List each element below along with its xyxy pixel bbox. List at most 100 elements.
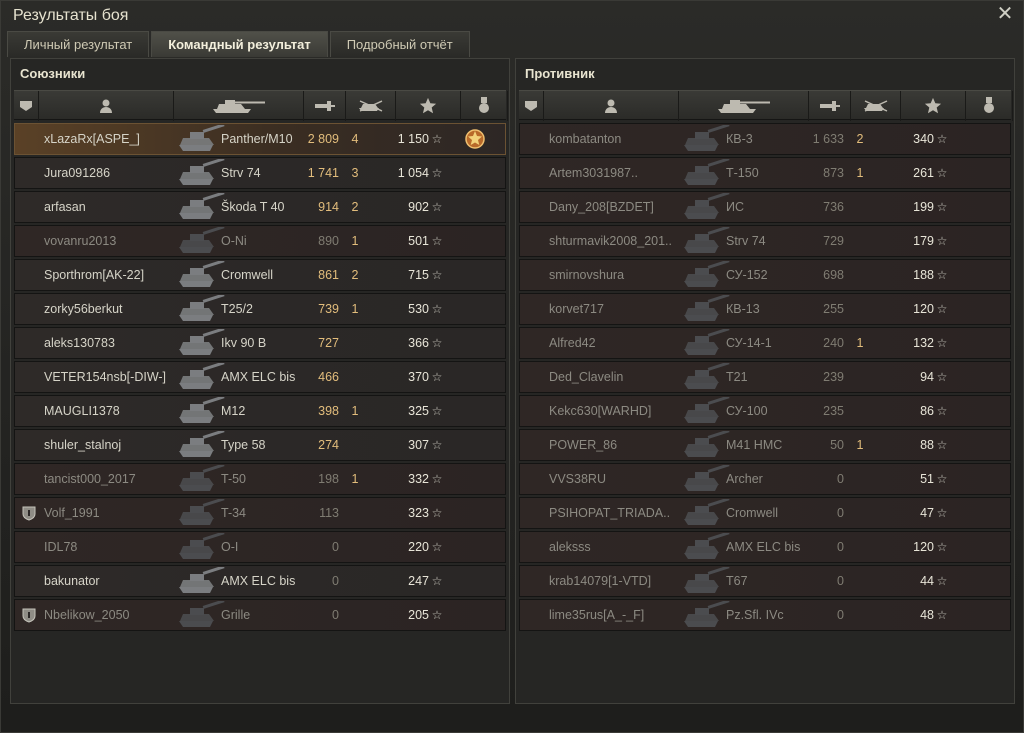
table-row[interactable]: xLazaRx[ASPE_] Panther/M10 2 809 4 1 150 ☆ — [14, 123, 506, 155]
table-row[interactable]: kombatanton КВ-3 1 633 2 340 ☆ — [519, 123, 1011, 155]
table-row[interactable]: smirnovshura СУ-152 698 188 ☆ — [519, 259, 1011, 291]
tab-team-result[interactable]: Командный результат — [151, 31, 328, 57]
player-name[interactable]: bakunator — [44, 566, 184, 596]
table-row[interactable]: Nbelikow_2050 Grille 0 205 ☆ — [14, 599, 506, 631]
player-name[interactable]: tancist000_2017 — [44, 464, 184, 494]
player-name[interactable]: shuler_stalnoj — [44, 430, 184, 460]
tank-icon — [680, 327, 732, 357]
player-name[interactable]: Volf_1991 — [44, 498, 184, 528]
xp-value: 86 — [920, 404, 934, 418]
table-row[interactable]: Artem3031987.. Т-150 873 1 261 ☆ — [519, 157, 1011, 189]
player-name[interactable]: lime35rus[A_-_F] — [549, 600, 689, 630]
xp-value: 902 — [408, 200, 429, 214]
xp-value: 366 — [408, 336, 429, 350]
table-row[interactable]: aleksss AMX ELC bis 0 120 ☆ — [519, 531, 1011, 563]
player-name[interactable]: arfasan — [44, 192, 184, 222]
table-row[interactable]: korvet717 КВ-13 255 120 ☆ — [519, 293, 1011, 325]
kills-icon[interactable] — [851, 91, 901, 121]
player-name[interactable]: aleksss — [549, 532, 689, 562]
kills-value — [848, 600, 872, 630]
player-name[interactable]: shturmavik2008_201.. — [549, 226, 689, 256]
table-row[interactable]: vovanru2013 O-Ni 890 1 501 ☆ — [14, 225, 506, 257]
damage-value: 0 — [837, 574, 844, 588]
player-name[interactable]: IDL78 — [44, 532, 184, 562]
player-name[interactable]: zorky56berkut — [44, 294, 184, 324]
player-icon[interactable] — [544, 91, 679, 121]
player-name[interactable]: Artem3031987.. — [549, 158, 689, 188]
table-row[interactable]: Jura091286 Strv 74 1 741 3 1 054 ☆ — [14, 157, 506, 189]
player-name[interactable]: POWER_86 — [549, 430, 689, 460]
player-name[interactable]: smirnovshura — [549, 260, 689, 290]
medal-icon[interactable] — [966, 91, 1013, 121]
table-row[interactable]: Alfred42 СУ-14-1 240 1 132 ☆ — [519, 327, 1011, 359]
star-icon: ☆ — [431, 302, 443, 316]
close-icon[interactable]: ✕ — [995, 4, 1015, 24]
xp-star-icon[interactable] — [901, 91, 966, 121]
table-row[interactable]: POWER_86 M41 HMC 50 1 88 ☆ — [519, 429, 1011, 461]
star-icon: ☆ — [431, 234, 443, 248]
kills-value: 1 — [351, 302, 359, 316]
player-name[interactable]: aleks130783 — [44, 328, 184, 358]
table-row[interactable]: arfasan Škoda T 40 914 2 902 ☆ — [14, 191, 506, 223]
table-row[interactable]: MAUGLI1378 M12 398 1 325 ☆ — [14, 395, 506, 427]
kills-icon[interactable] — [346, 91, 396, 121]
medal-icon[interactable] — [464, 128, 486, 150]
table-row[interactable]: VVS38RU Archer 0 51 ☆ — [519, 463, 1011, 495]
player-name[interactable]: PSIHOPAT_TRIADA.. — [549, 498, 689, 528]
player-name[interactable]: Kekc630[WARHD] — [549, 396, 689, 426]
tab-personal-result[interactable]: Личный результат — [7, 31, 150, 57]
star-icon: ☆ — [936, 200, 948, 214]
table-row[interactable]: bakunator AMX ELC bis 0 247 ☆ — [14, 565, 506, 597]
player-name[interactable]: Dany_208[BZDET] — [549, 192, 689, 222]
table-row[interactable]: Dany_208[BZDET] ИС 736 199 ☆ — [519, 191, 1011, 223]
damage-icon[interactable] — [809, 91, 851, 121]
table-row[interactable]: IDL78 O-I 0 220 ☆ — [14, 531, 506, 563]
tank-name: Cromwell — [221, 268, 274, 282]
table-row[interactable]: tancist000_2017 T-50 198 1 332 ☆ — [14, 463, 506, 495]
squad-icon[interactable] — [519, 91, 544, 121]
table-row[interactable]: zorky56berkut T25/2 739 1 530 ☆ — [14, 293, 506, 325]
player-name[interactable]: xLazaRx[ASPE_] — [44, 124, 184, 154]
xp-star-icon[interactable] — [396, 91, 461, 121]
table-row[interactable]: Ded_Clavelin T21 239 94 ☆ — [519, 361, 1011, 393]
star-icon: ☆ — [431, 132, 443, 146]
player-icon[interactable] — [39, 91, 174, 121]
player-name[interactable]: VVS38RU — [549, 464, 689, 494]
player-name[interactable]: Sporthrom[AK-22] — [44, 260, 184, 290]
table-row[interactable]: krab14079[1-VTD] T67 0 44 ☆ — [519, 565, 1011, 597]
player-name[interactable]: Ded_Clavelin — [549, 362, 689, 392]
star-icon: ☆ — [431, 404, 443, 418]
table-row[interactable]: lime35rus[A_-_F] Pz.Sfl. IVc 0 48 ☆ — [519, 599, 1011, 631]
player-name[interactable]: vovanru2013 — [44, 226, 184, 256]
table-row[interactable]: shturmavik2008_201.. Strv 74 729 179 ☆ — [519, 225, 1011, 257]
star-icon: ☆ — [431, 200, 443, 214]
table-row[interactable]: PSIHOPAT_TRIADA.. Cromwell 0 47 ☆ — [519, 497, 1011, 529]
xp-value: 88 — [920, 438, 934, 452]
player-name[interactable]: kombatanton — [549, 124, 689, 154]
table-row[interactable]: aleks130783 Ikv 90 B 727 366 ☆ — [14, 327, 506, 359]
player-name[interactable]: Alfred42 — [549, 328, 689, 358]
player-name[interactable]: VETER154nsb[-DIW-] — [44, 362, 184, 392]
table-row[interactable]: Volf_1991 T-34 113 323 ☆ — [14, 497, 506, 529]
star-icon: ☆ — [936, 574, 948, 588]
damage-value: 729 — [823, 234, 844, 248]
player-name[interactable]: korvet717 — [549, 294, 689, 324]
kills-value — [848, 362, 872, 392]
player-name[interactable]: Nbelikow_2050 — [44, 600, 184, 630]
table-row[interactable]: VETER154nsb[-DIW-] AMX ELC bis 466 370 ☆ — [14, 361, 506, 393]
damage-icon[interactable] — [304, 91, 346, 121]
player-name[interactable]: MAUGLI1378 — [44, 396, 184, 426]
squad-icon[interactable] — [14, 91, 39, 121]
medal-icon[interactable] — [461, 91, 508, 121]
player-name[interactable]: Jura091286 — [44, 158, 184, 188]
table-row[interactable]: Sporthrom[AK-22] Cromwell 861 2 715 ☆ — [14, 259, 506, 291]
tank-icon[interactable] — [679, 91, 809, 121]
tank-icon[interactable] — [174, 91, 304, 121]
table-row[interactable]: Kekc630[WARHD] СУ-100 235 86 ☆ — [519, 395, 1011, 427]
table-row[interactable]: shuler_stalnoj Type 58 274 307 ☆ — [14, 429, 506, 461]
tank-icon — [680, 157, 732, 187]
star-icon: ☆ — [936, 472, 948, 486]
player-name[interactable]: krab14079[1-VTD] — [549, 566, 689, 596]
tank-icon — [680, 225, 732, 255]
tab-detailed-report[interactable]: Подробный отчёт — [329, 31, 470, 57]
